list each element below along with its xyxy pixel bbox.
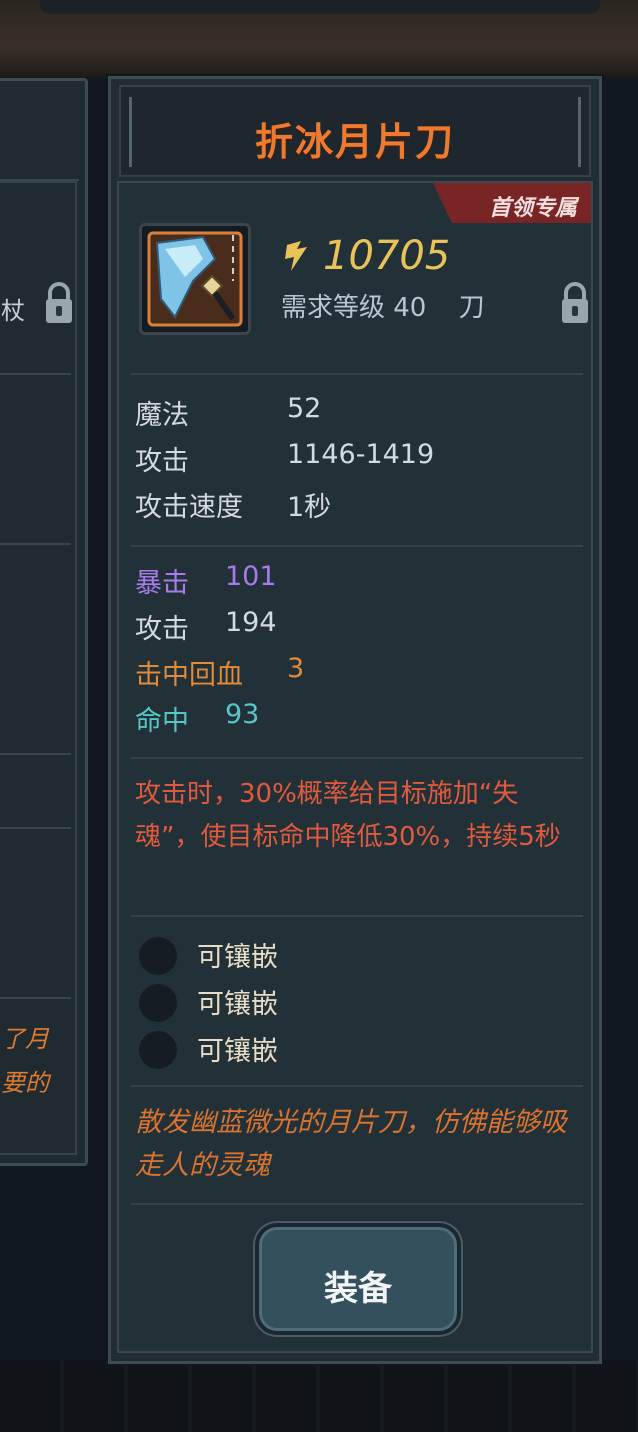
- adjacent-item-panel[interactable]: 杖 了月 要的: [0, 78, 88, 1166]
- bonus-label-attack: 攻击: [135, 614, 189, 645]
- stat-value-attack-speed: 1秒: [287, 492, 332, 523]
- socket-label-3: 可镶嵌: [197, 1036, 278, 1067]
- divider: [131, 373, 583, 375]
- socket-icon[interactable]: [139, 937, 177, 975]
- item-info-body: 首领专属 10705 需求等级 40 刀 魔法 52 攻击 1146-1419 …: [117, 181, 593, 1353]
- bottom-background: [0, 1360, 638, 1432]
- level-requirement: 需求等级 40 刀: [281, 287, 485, 324]
- item-icon-frame[interactable]: [139, 223, 251, 335]
- socket-icon[interactable]: [139, 984, 177, 1022]
- item-detail-panel: 折冰月片刀 首领专属 10705 需求等级 40 刀 魔法 52 攻击 1146…: [108, 76, 602, 1364]
- panel-header: 折冰月片刀: [119, 85, 591, 177]
- bonus-label-accuracy: 命中: [135, 706, 189, 737]
- bonus-value-attack: 194: [225, 607, 277, 638]
- item-name: 折冰月片刀: [254, 120, 455, 164]
- divider: [131, 757, 583, 759]
- special-effect-text: 攻击时，30%概率给目标施加“失魂”，使目标命中降低30%，持续5秒: [135, 779, 561, 852]
- bonus-value-crit: 101: [225, 561, 277, 592]
- stat-value-magic: 52: [287, 393, 322, 424]
- divider: [131, 1085, 583, 1087]
- adjacent-flavor-line-1: 了月: [1, 1025, 49, 1053]
- power-icon: [285, 241, 307, 271]
- equip-button[interactable]: 装备: [255, 1223, 461, 1335]
- divider: [131, 915, 583, 917]
- bonus-label-crit: 暴击: [135, 568, 189, 599]
- boss-exclusive-badge: 首领专属: [433, 183, 591, 223]
- stat-value-attack: 1146-1419: [287, 439, 435, 470]
- level-requirement-text: 需求等级 40: [281, 293, 427, 323]
- adjacent-panel-header: [0, 87, 79, 181]
- combat-power-value: 10705: [323, 233, 451, 279]
- stat-label-magic: 魔法: [135, 400, 189, 431]
- top-background: [0, 0, 638, 78]
- flavor-text: 散发幽蓝微光的月片刀，仿佛能够吸走人的灵魂: [135, 1107, 567, 1181]
- socket-label-2: 可镶嵌: [197, 989, 278, 1020]
- adjacent-flavor-line-2: 要的: [1, 1069, 49, 1097]
- stat-label-attack: 攻击: [135, 446, 189, 477]
- boss-exclusive-label: 首领专属: [488, 196, 577, 221]
- lock-icon[interactable]: [43, 281, 75, 325]
- adjacent-weapon-type: 杖: [1, 297, 25, 325]
- divider: [131, 545, 583, 547]
- socket-icon[interactable]: [139, 1031, 177, 1069]
- socket-label-1: 可镶嵌: [197, 942, 278, 973]
- bonus-label-lifesteal: 击中回血: [135, 660, 243, 691]
- lock-icon[interactable]: [559, 281, 591, 325]
- divider: [131, 1203, 583, 1205]
- bonus-value-lifesteal: 3: [287, 653, 305, 684]
- weapon-type: 刀: [458, 293, 485, 323]
- sword-icon: [147, 231, 243, 327]
- equip-button-label: 装备: [324, 1269, 392, 1309]
- adjacent-panel-body: [0, 181, 77, 1155]
- bonus-value-accuracy: 93: [225, 699, 260, 730]
- stat-label-attack-speed: 攻击速度: [135, 492, 243, 523]
